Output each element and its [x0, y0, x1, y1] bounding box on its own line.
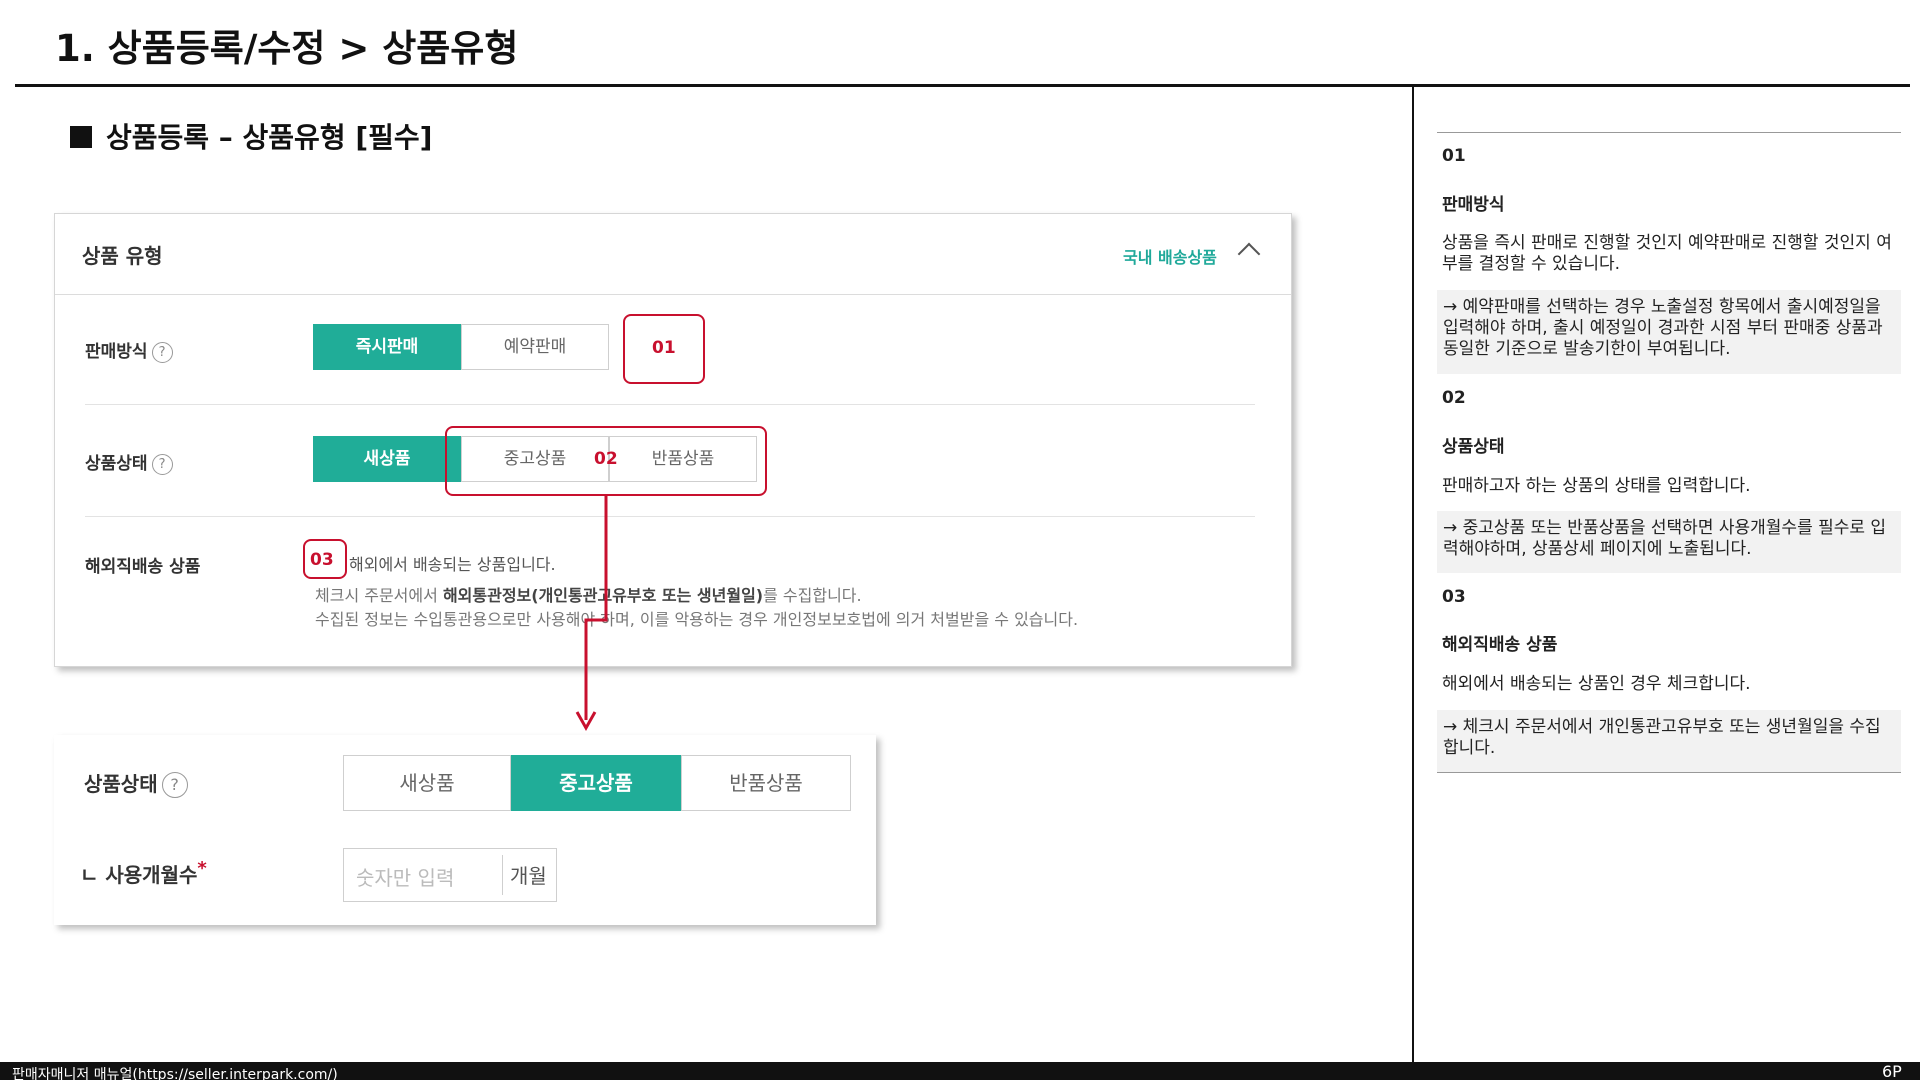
note-03-text: 해외에서 배송되는 상품인 경우 체크합니다. — [1442, 674, 1751, 694]
help-icon[interactable]: ? — [151, 342, 173, 363]
overseas-note-1-bold: 해외통관정보(개인통관고유부호 또는 생년월일) — [442, 586, 764, 605]
note-01-detail: → 예약판매를 선택하는 경우 노출설정 항목에서 출시예정일을 입력해야 하며… — [1437, 290, 1901, 374]
note-01-heading: 판매방식 — [1442, 195, 1505, 215]
product-type-panel: 상품 유형 국내 배송상품 판매방식? 즉시판매 예약판매 01 상품상태? 새… — [54, 213, 1292, 667]
overseas-shipping-label: 해외직배송 상품 — [85, 557, 201, 577]
zoom-option-new[interactable]: 새상품 — [343, 755, 511, 811]
notes-bottom-rule — [1437, 772, 1901, 773]
zoom-option-used[interactable]: 중고상품 — [511, 755, 681, 811]
sales-method-label: 판매방식? — [85, 337, 173, 363]
zoom-condition-label-text: 상품상태 — [84, 772, 158, 796]
page-number: 6P — [1882, 1062, 1902, 1081]
sales-method-option-instant[interactable]: 즉시판매 — [313, 324, 461, 370]
notes-top-rule — [1437, 132, 1901, 133]
note-02-heading: 상품상태 — [1442, 437, 1505, 457]
condition-option-new[interactable]: 새상품 — [313, 436, 461, 482]
overseas-note-2: 수집된 정보는 수입통관용으로만 사용해야 하며, 이를 악용하는 경우 개인정… — [315, 610, 1079, 629]
row-divider — [85, 404, 1255, 405]
callout-marker-01: 01 — [652, 338, 676, 358]
panel-title: 상품 유형 — [82, 244, 163, 268]
months-used-label-text: ㄴ 사용개월수 — [80, 863, 198, 887]
condition-zoom-panel: 상품상태? 새상품 중고상품 반품상품 ㄴ 사용개월수* 숫자만 입력 개월 — [54, 735, 876, 925]
column-divider — [1412, 87, 1414, 1062]
months-input[interactable]: 숫자만 입력 — [356, 862, 454, 891]
panel-header: 상품 유형 국내 배송상품 — [55, 214, 1291, 295]
months-unit: 개월 — [510, 864, 547, 888]
months-used-label: ㄴ 사용개월수* — [80, 858, 207, 888]
title-divider — [15, 84, 1910, 87]
note-03-detail: → 체크시 주문서에서 개인통관고유부호 또는 생년월일을 수집합니다. — [1437, 710, 1901, 772]
overseas-note-1-post: 를 수집합니다. — [763, 586, 862, 605]
domestic-shipping-link[interactable]: 국내 배송상품 — [1123, 244, 1217, 268]
overseas-checkbox-label[interactable]: 해외에서 배송되는 상품입니다. — [349, 551, 556, 575]
footer-text: 판매자매니저 매뉴얼(https://seller.interpark.com/… — [12, 1067, 338, 1083]
note-02-text: 판매하고자 하는 상품의 상태를 입력합니다. — [1442, 476, 1751, 496]
note-02-detail: → 중고상품 또는 반품상품을 선택하면 사용개월수를 필수로 입력해야하며, … — [1437, 511, 1901, 573]
chevron-up-icon[interactable] — [1237, 242, 1261, 266]
note-01-number: 01 — [1442, 146, 1466, 166]
sales-method-label-text: 판매방식 — [85, 342, 148, 362]
product-condition-label-text: 상품상태 — [85, 454, 148, 474]
required-mark: * — [197, 858, 207, 879]
help-icon[interactable]: ? — [161, 772, 188, 798]
callout-marker-02: 02 — [594, 449, 618, 469]
sales-method-option-reserve[interactable]: 예약판매 — [461, 324, 609, 370]
callout-marker-03: 03 — [310, 550, 334, 570]
zoom-option-returned[interactable]: 반품상품 — [681, 755, 851, 811]
note-02-number: 02 — [1442, 388, 1466, 408]
zoom-condition-label: 상품상태? — [84, 768, 188, 798]
overseas-note-1: 체크시 주문서에서 해외통관정보(개인통관고유부호 또는 생년월일)를 수집합니… — [315, 582, 862, 606]
help-icon[interactable]: ? — [151, 454, 173, 475]
section-heading-text: 상품등록 – 상품유형 [필수] — [106, 121, 433, 154]
square-bullet-icon — [70, 126, 92, 148]
row-divider — [85, 516, 1255, 517]
note-03-number: 03 — [1442, 587, 1466, 607]
overseas-note-1-pre: 체크시 주문서에서 — [315, 586, 443, 605]
product-condition-label: 상품상태? — [85, 449, 173, 475]
months-input-group[interactable]: 숫자만 입력 개월 — [343, 848, 557, 902]
note-03-heading: 해외직배송 상품 — [1442, 635, 1558, 655]
page-title: 1. 상품등록/수정 > 상품유형 — [55, 27, 519, 70]
section-heading: 상품등록 – 상품유형 [필수] — [70, 116, 432, 156]
input-divider — [502, 855, 503, 895]
note-01-text: 상품을 즉시 판매로 진행할 것인지 예약판매로 진행할 것인지 여부를 결정할… — [1442, 233, 1892, 274]
